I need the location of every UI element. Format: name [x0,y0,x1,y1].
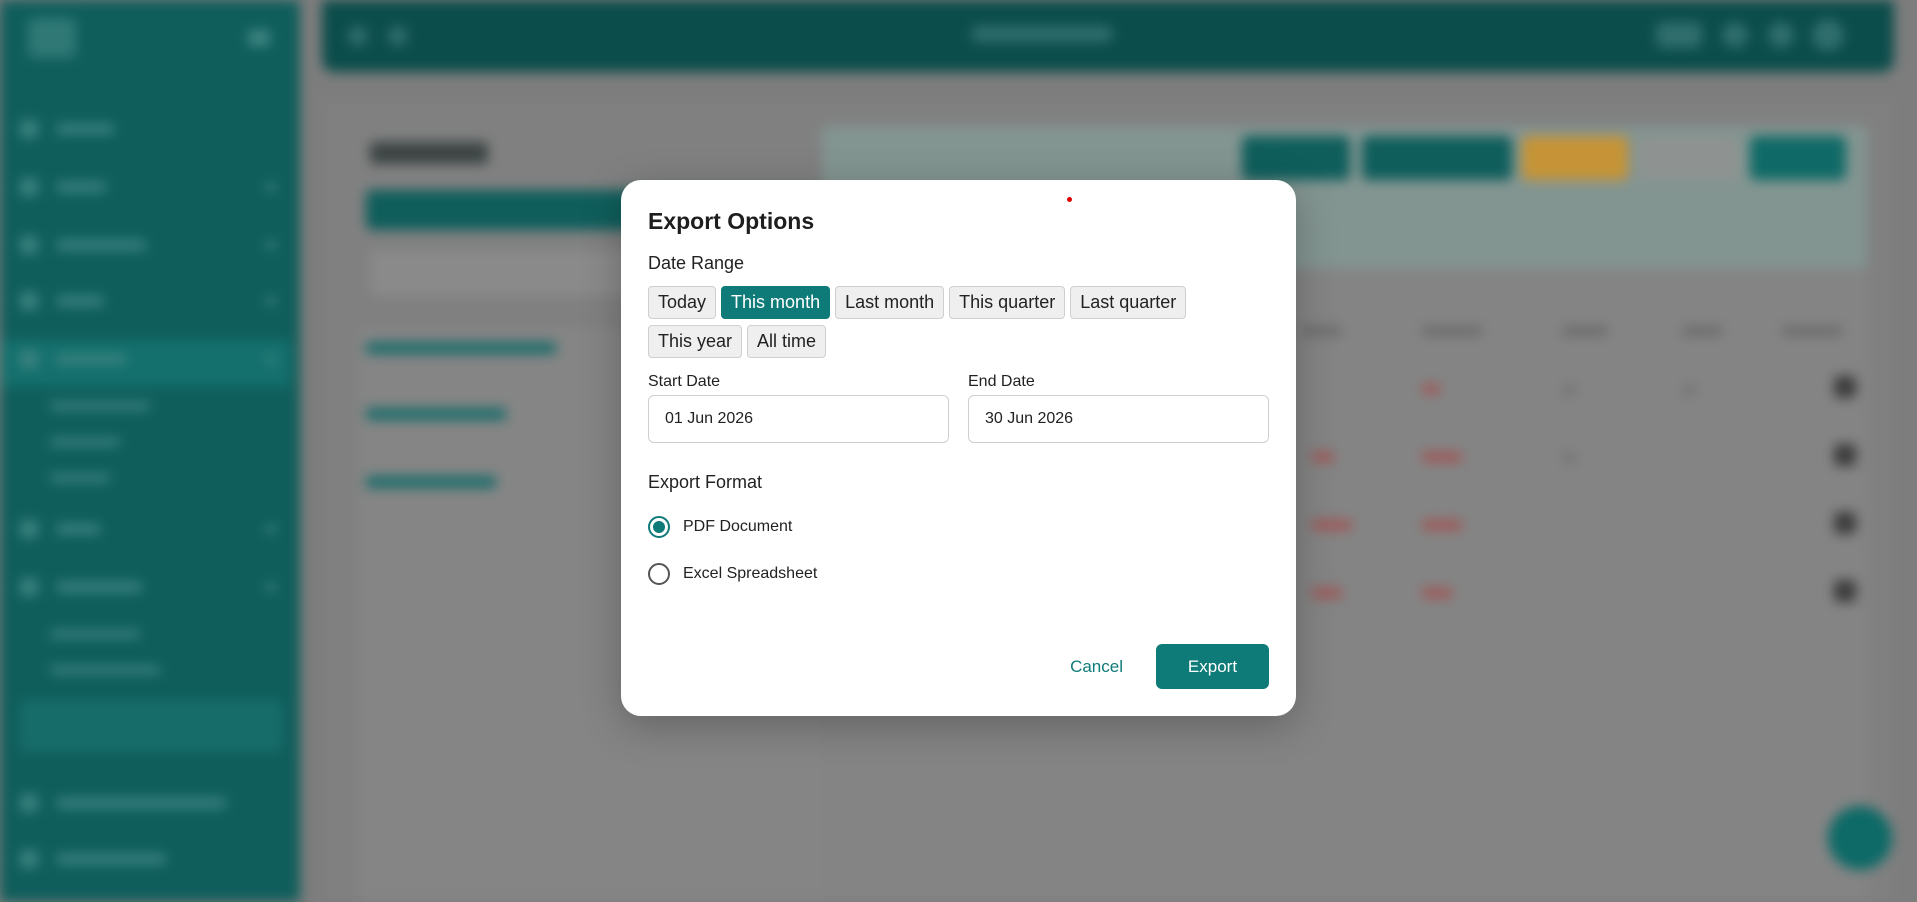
sidebar-item [20,848,280,870]
sidebar-item [20,576,280,598]
cursor-marker [1067,197,1072,202]
date-range-label: Date Range [648,253,745,273]
date-preset-group: Today This month Last month This quarter… [648,286,1248,358]
bell-icon [1768,22,1794,48]
list-item [366,476,496,488]
preset-this-year[interactable]: This year [648,325,743,358]
dialog-actions: Cancel Export [1052,644,1269,689]
start-date-label: Start Date [648,373,721,390]
end-date-input[interactable] [968,395,1269,443]
format-option-label: PDF Document [683,518,793,535]
start-date-input[interactable] [648,395,949,443]
preset-this-quarter[interactable]: This quarter [949,286,1066,319]
dialog-title: Export Options [648,208,815,234]
format-option-excel[interactable]: Excel Spreadsheet [648,562,1269,586]
start-date-group: Start Date [648,372,949,443]
page-title [370,142,488,164]
preset-all-time[interactable]: All time [747,325,827,358]
sidebar-user-card [20,700,282,752]
sidebar-item [20,234,280,256]
sidebar-item [20,118,280,140]
end-date-group: End Date [968,372,1269,443]
export-format-label: Export Format [648,472,763,492]
export-options-dialog: Export Options Date Range Today This mon… [621,180,1296,716]
forward-icon [388,26,408,46]
topbar [322,0,1894,72]
format-option-pdf[interactable]: PDF Document [648,515,1269,539]
list-item [366,342,556,354]
theme-icon [1722,22,1748,48]
radio-dot [653,521,665,533]
sidebar-item [20,348,280,370]
sidebar-subitem [50,402,150,410]
sidebar-item [20,290,280,312]
preset-this-month[interactable]: This month [721,286,831,319]
topbar-title [972,26,1112,42]
export-button[interactable]: Export [1156,644,1269,689]
radio-button[interactable] [648,563,670,585]
sidebar [0,0,300,902]
sidebar-subitem [50,438,120,446]
sidebar-item [20,792,280,814]
logo [28,18,76,58]
date-fields: Start Date End Date [648,372,1269,443]
collapse-icon [248,30,270,46]
radio-button[interactable] [648,516,670,538]
preset-last-quarter[interactable]: Last quarter [1070,286,1187,319]
back-icon [348,26,368,46]
end-date-label: End Date [968,373,1035,390]
language-icon [1656,22,1702,48]
avatar [1812,19,1844,51]
preset-today[interactable]: Today [648,286,717,319]
sidebar-subitem [50,474,110,482]
help-fab [1828,806,1892,870]
sidebar-item [20,518,280,540]
sidebar-subitem [50,630,140,638]
preset-last-month[interactable]: Last month [835,286,945,319]
sidebar-item [20,176,280,198]
cancel-button[interactable]: Cancel [1052,644,1141,689]
sidebar-subitem [50,666,160,674]
format-option-label: Excel Spreadsheet [683,565,818,582]
list-item [366,408,506,420]
